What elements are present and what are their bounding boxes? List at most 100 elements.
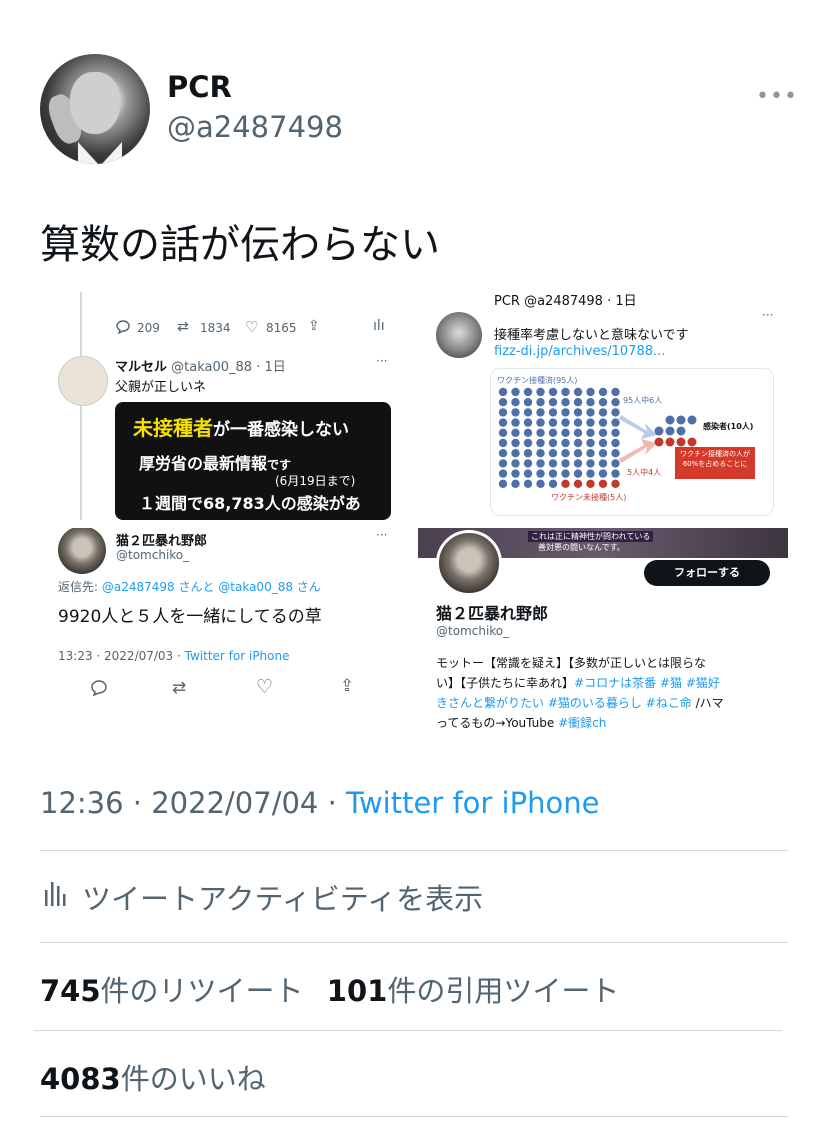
panel1-user: マルセル [115, 360, 168, 375]
population-dot [523, 428, 533, 437]
population-dot [523, 408, 533, 417]
population-dot [561, 479, 570, 488]
panel2-link[interactable]: fizz-di.jp/archives/10788... [494, 344, 665, 359]
population-dot [586, 408, 595, 417]
quote-count[interactable]: 101 [327, 974, 388, 1008]
population-dot [511, 408, 520, 417]
population-dot [548, 418, 558, 427]
panel3-text: 9920人と５人を一緒にしてるの草 [58, 607, 322, 627]
author-name[interactable]: PCR [167, 70, 232, 104]
population-dot [598, 479, 608, 488]
population-dot [536, 438, 545, 448]
population-dot [498, 398, 508, 407]
population-dot [523, 449, 533, 458]
analytics-icon: ılı [373, 318, 385, 334]
more-options-icon[interactable]: ••• [756, 84, 798, 109]
heart-icon: ♡ [256, 676, 274, 698]
panel2-more-icon: ··· [762, 308, 774, 322]
vaccine-infographic: ワクチン接種済(95人) ワクチン未接種(5人) 95人中6人 5人中4人 感染… [490, 368, 774, 516]
vaccinated-dot-grid [498, 387, 620, 488]
author-avatar[interactable] [40, 54, 150, 164]
population-dot [511, 398, 520, 407]
attached-image-collage[interactable]: 209 ⇄ 1834 ♡ 8165 ⇪ ılı マルセル @taka00_88 … [40, 292, 788, 740]
follow-button[interactable]: フォローする [644, 560, 770, 586]
collage-panel-1: 209 ⇄ 1834 ♡ 8165 ⇪ ılı マルセル @taka00_88 … [40, 292, 392, 520]
quote-count-label[interactable]: 件の引用ツイート [387, 974, 619, 1008]
tweet-source-link[interactable]: Twitter for iPhone [346, 786, 599, 820]
reply-to-users[interactable]: @a2487498 さんと @taka00_88 さん [102, 580, 321, 594]
like-count: 8165 [266, 321, 297, 335]
panel2-header: PCR @a2487498 · 1日 [494, 294, 637, 309]
population-dot [536, 387, 545, 397]
population-dot [611, 479, 620, 488]
population-dot [548, 438, 558, 448]
like-count[interactable]: 4083 [40, 1062, 121, 1096]
infected-dot-group [654, 415, 697, 447]
user-avatar [58, 356, 108, 406]
population-dot [598, 418, 608, 427]
retweet-count-label[interactable]: 件のリツイート [101, 974, 304, 1008]
population-dot [573, 418, 583, 427]
infected-dot [676, 437, 686, 447]
panel1-handle: @taka00_88 [171, 360, 253, 375]
population-dot [598, 428, 608, 437]
population-dot [573, 438, 583, 448]
population-dot [498, 438, 508, 448]
population-dot [561, 408, 570, 417]
population-dot [511, 479, 520, 488]
population-dot [511, 438, 520, 448]
population-dot [611, 387, 620, 397]
cat-avatar [58, 528, 106, 574]
retweet-icon: ⇄ [172, 678, 187, 698]
infected-dot [665, 437, 675, 447]
infected-dot [676, 426, 686, 436]
population-dot [573, 449, 583, 458]
population-dot [548, 387, 558, 397]
population-dot [586, 428, 595, 437]
population-dot [598, 398, 608, 407]
view-tweet-activity-link[interactable]: ツイートアクティビティを表示 [82, 876, 483, 918]
population-dot [536, 418, 545, 427]
population-dot [548, 449, 558, 458]
infected-dot [654, 437, 664, 447]
retweet-quote-counts: 745件のリツイート 101件の引用ツイート [40, 968, 619, 1010]
population-dot [548, 408, 558, 417]
infected-dot [654, 426, 664, 436]
population-dot [498, 418, 508, 427]
infected-dot [665, 426, 675, 436]
population-dot [573, 469, 583, 478]
population-dot [523, 469, 533, 478]
population-dot [536, 398, 545, 407]
population-dot [573, 387, 583, 397]
population-dot [561, 469, 570, 478]
retweet-icon: ⇄ [177, 319, 189, 335]
population-dot [586, 387, 595, 397]
population-dot [536, 449, 545, 458]
population-dot [498, 479, 508, 488]
divider [40, 942, 788, 943]
like-count-row: 4083件のいいね [40, 1056, 266, 1098]
reply-icon [116, 320, 130, 334]
population-dot [536, 408, 545, 417]
infected-dot [665, 415, 675, 425]
like-count-label[interactable]: 件のいいね [121, 1062, 266, 1096]
news-card-image: 未接種者が一番感染しない 厚労省の最新情報です (6月19日まで) １週間で68… [115, 402, 391, 520]
population-dot [561, 459, 570, 468]
author-handle[interactable]: @a2487498 [167, 110, 343, 144]
panel3-source[interactable]: Twitter for iPhone [185, 649, 290, 663]
collage-panel-4: これは正に精神性が問われている 善対悪の闘いなんです。 フォローする 猫２匹暴れ… [418, 528, 788, 740]
population-dot [548, 459, 558, 468]
reply-icon [91, 680, 107, 696]
retweet-count[interactable]: 745 [40, 974, 101, 1008]
panel4-handle: @tomchiko_ [436, 624, 510, 638]
population-dot [536, 459, 545, 468]
population-dot [561, 449, 570, 458]
population-dot [573, 479, 583, 488]
population-dot [498, 387, 508, 397]
population-dot [548, 479, 558, 488]
population-dot [573, 428, 583, 437]
panel3-time: 13:23 · 2022/07/03 · [58, 649, 185, 663]
divider [40, 1116, 788, 1117]
population-dot [598, 469, 608, 478]
population-dot [511, 418, 520, 427]
